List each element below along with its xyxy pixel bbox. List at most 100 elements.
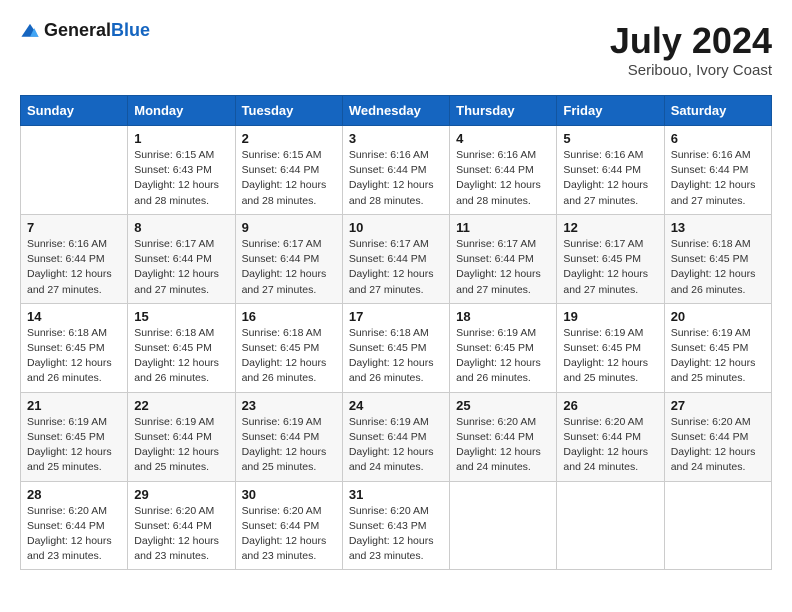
day-info: Sunrise: 6:19 AM Sunset: 6:45 PM Dayligh… <box>27 415 121 476</box>
day-number: 25 <box>456 398 550 413</box>
day-number: 30 <box>242 487 336 502</box>
calendar-cell: 16Sunrise: 6:18 AM Sunset: 6:45 PM Dayli… <box>235 303 342 392</box>
day-number: 10 <box>349 220 443 235</box>
day-number: 13 <box>671 220 765 235</box>
calendar-cell: 23 Sunrise: 6:19 AM Sunset: 6:44 PM Dayli… <box>235 392 342 481</box>
calendar-week-row: 28Sunrise: 6:20 AM Sunset: 6:44 PM Dayli… <box>21 481 772 570</box>
calendar-week-row: 7 Sunrise: 6:16 AM Sunset: 6:44 PM Daylig… <box>21 214 772 303</box>
day-info: Sunrise: 6:20 AM Sunset: 6:44 PM Dayligh… <box>671 415 765 476</box>
calendar-cell: 18 Sunrise: 6:19 AM Sunset: 6:45 PM Dayli… <box>450 303 557 392</box>
weekday-header: Saturday <box>664 96 771 126</box>
day-number: 5 <box>563 131 657 146</box>
day-number: 29 <box>134 487 228 502</box>
calendar-cell <box>450 481 557 570</box>
day-info: Sunrise: 6:15 AM Sunset: 6:43 PM Dayligh… <box>134 148 228 209</box>
calendar-cell: 7 Sunrise: 6:16 AM Sunset: 6:44 PM Daylig… <box>21 214 128 303</box>
title-block: July 2024 Seribouo, Ivory Coast <box>610 20 772 79</box>
day-info: Sunrise: 6:17 AM Sunset: 6:44 PM Dayligh… <box>242 237 336 298</box>
day-info: Sunrise: 6:20 AM Sunset: 6:44 PM Dayligh… <box>456 415 550 476</box>
logo-icon <box>20 21 40 41</box>
calendar-cell: 6Sunrise: 6:16 AM Sunset: 6:44 PM Daylig… <box>664 126 771 215</box>
day-number: 23 <box>242 398 336 413</box>
day-info: Sunrise: 6:16 AM Sunset: 6:44 PM Dayligh… <box>671 148 765 209</box>
weekday-header: Friday <box>557 96 664 126</box>
day-info: Sunrise: 6:20 AM Sunset: 6:44 PM Dayligh… <box>134 504 228 565</box>
day-number: 21 <box>27 398 121 413</box>
calendar-cell: 27Sunrise: 6:20 AM Sunset: 6:44 PM Dayli… <box>664 392 771 481</box>
page-header: GeneralBlue July 2024 Seribouo, Ivory Co… <box>20 20 772 79</box>
calendar-cell <box>21 126 128 215</box>
day-info: Sunrise: 6:18 AM Sunset: 6:45 PM Dayligh… <box>671 237 765 298</box>
calendar-cell: 1 Sunrise: 6:15 AM Sunset: 6:43 PM Daylig… <box>128 126 235 215</box>
calendar-cell <box>557 481 664 570</box>
day-info: Sunrise: 6:19 AM Sunset: 6:44 PM Dayligh… <box>134 415 228 476</box>
day-number: 4 <box>456 131 550 146</box>
day-number: 26 <box>563 398 657 413</box>
day-number: 20 <box>671 309 765 324</box>
calendar-cell: 28Sunrise: 6:20 AM Sunset: 6:44 PM Dayli… <box>21 481 128 570</box>
calendar-cell: 22 Sunrise: 6:19 AM Sunset: 6:44 PM Dayli… <box>128 392 235 481</box>
day-info: Sunrise: 6:16 AM Sunset: 6:44 PM Dayligh… <box>349 148 443 209</box>
day-number: 18 <box>456 309 550 324</box>
calendar-cell: 5 Sunrise: 6:16 AM Sunset: 6:44 PM Daylig… <box>557 126 664 215</box>
calendar-cell: 9Sunrise: 6:17 AM Sunset: 6:44 PM Daylig… <box>235 214 342 303</box>
calendar-cell: 13 Sunrise: 6:18 AM Sunset: 6:45 PM Dayli… <box>664 214 771 303</box>
day-info: Sunrise: 6:20 AM Sunset: 6:44 PM Dayligh… <box>242 504 336 565</box>
calendar-cell: 29 Sunrise: 6:20 AM Sunset: 6:44 PM Dayli… <box>128 481 235 570</box>
day-number: 1 <box>134 131 228 146</box>
calendar-cell: 30 Sunrise: 6:20 AM Sunset: 6:44 PM Dayli… <box>235 481 342 570</box>
calendar-cell: 11Sunrise: 6:17 AM Sunset: 6:44 PM Dayli… <box>450 214 557 303</box>
calendar-table: SundayMondayTuesdayWednesdayThursdayFrid… <box>20 95 772 570</box>
weekday-header: Sunday <box>21 96 128 126</box>
day-number: 3 <box>349 131 443 146</box>
calendar-cell: 24 Sunrise: 6:19 AM Sunset: 6:44 PM Dayli… <box>342 392 449 481</box>
calendar-cell: 19 Sunrise: 6:19 AM Sunset: 6:45 PM Dayli… <box>557 303 664 392</box>
day-info: Sunrise: 6:19 AM Sunset: 6:44 PM Dayligh… <box>242 415 336 476</box>
day-info: Sunrise: 6:15 AM Sunset: 6:44 PM Dayligh… <box>242 148 336 209</box>
month-title: July 2024 <box>610 20 772 62</box>
calendar-cell: 20 Sunrise: 6:19 AM Sunset: 6:45 PM Dayli… <box>664 303 771 392</box>
day-number: 12 <box>563 220 657 235</box>
day-number: 15 <box>134 309 228 324</box>
day-info: Sunrise: 6:19 AM Sunset: 6:45 PM Dayligh… <box>671 326 765 387</box>
day-info: Sunrise: 6:18 AM Sunset: 6:45 PM Dayligh… <box>27 326 121 387</box>
calendar-cell: 17Sunrise: 6:18 AM Sunset: 6:45 PM Dayli… <box>342 303 449 392</box>
calendar-cell: 26 Sunrise: 6:20 AM Sunset: 6:44 PM Dayli… <box>557 392 664 481</box>
weekday-header-row: SundayMondayTuesdayWednesdayThursdayFrid… <box>21 96 772 126</box>
day-number: 24 <box>349 398 443 413</box>
day-info: Sunrise: 6:18 AM Sunset: 6:45 PM Dayligh… <box>242 326 336 387</box>
day-info: Sunrise: 6:19 AM Sunset: 6:44 PM Dayligh… <box>349 415 443 476</box>
day-info: Sunrise: 6:16 AM Sunset: 6:44 PM Dayligh… <box>27 237 121 298</box>
calendar-week-row: 1 Sunrise: 6:15 AM Sunset: 6:43 PM Daylig… <box>21 126 772 215</box>
day-info: Sunrise: 6:17 AM Sunset: 6:44 PM Dayligh… <box>456 237 550 298</box>
day-number: 14 <box>27 309 121 324</box>
day-number: 22 <box>134 398 228 413</box>
day-info: Sunrise: 6:17 AM Sunset: 6:44 PM Dayligh… <box>349 237 443 298</box>
logo-blue: Blue <box>111 20 150 40</box>
calendar-cell: 14 Sunrise: 6:18 AM Sunset: 6:45 PM Dayli… <box>21 303 128 392</box>
calendar-cell: 3 Sunrise: 6:16 AM Sunset: 6:44 PM Daylig… <box>342 126 449 215</box>
weekday-header: Monday <box>128 96 235 126</box>
day-number: 7 <box>27 220 121 235</box>
calendar-cell: 21 Sunrise: 6:19 AM Sunset: 6:45 PM Dayli… <box>21 392 128 481</box>
logo-general: General <box>44 20 111 40</box>
day-number: 17 <box>349 309 443 324</box>
day-number: 31 <box>349 487 443 502</box>
day-info: Sunrise: 6:17 AM Sunset: 6:45 PM Dayligh… <box>563 237 657 298</box>
day-info: Sunrise: 6:19 AM Sunset: 6:45 PM Dayligh… <box>563 326 657 387</box>
day-number: 8 <box>134 220 228 235</box>
day-info: Sunrise: 6:20 AM Sunset: 6:44 PM Dayligh… <box>27 504 121 565</box>
weekday-header: Wednesday <box>342 96 449 126</box>
day-info: Sunrise: 6:19 AM Sunset: 6:45 PM Dayligh… <box>456 326 550 387</box>
location-title: Seribouo, Ivory Coast <box>610 62 772 79</box>
day-number: 19 <box>563 309 657 324</box>
day-info: Sunrise: 6:16 AM Sunset: 6:44 PM Dayligh… <box>563 148 657 209</box>
day-number: 2 <box>242 131 336 146</box>
calendar-week-row: 14 Sunrise: 6:18 AM Sunset: 6:45 PM Dayli… <box>21 303 772 392</box>
day-info: Sunrise: 6:20 AM Sunset: 6:44 PM Dayligh… <box>563 415 657 476</box>
day-info: Sunrise: 6:16 AM Sunset: 6:44 PM Dayligh… <box>456 148 550 209</box>
calendar-cell: 2 Sunrise: 6:15 AM Sunset: 6:44 PM Daylig… <box>235 126 342 215</box>
logo: GeneralBlue <box>20 20 150 41</box>
calendar-cell: 10 Sunrise: 6:17 AM Sunset: 6:44 PM Dayli… <box>342 214 449 303</box>
calendar-cell: 25 Sunrise: 6:20 AM Sunset: 6:44 PM Dayli… <box>450 392 557 481</box>
